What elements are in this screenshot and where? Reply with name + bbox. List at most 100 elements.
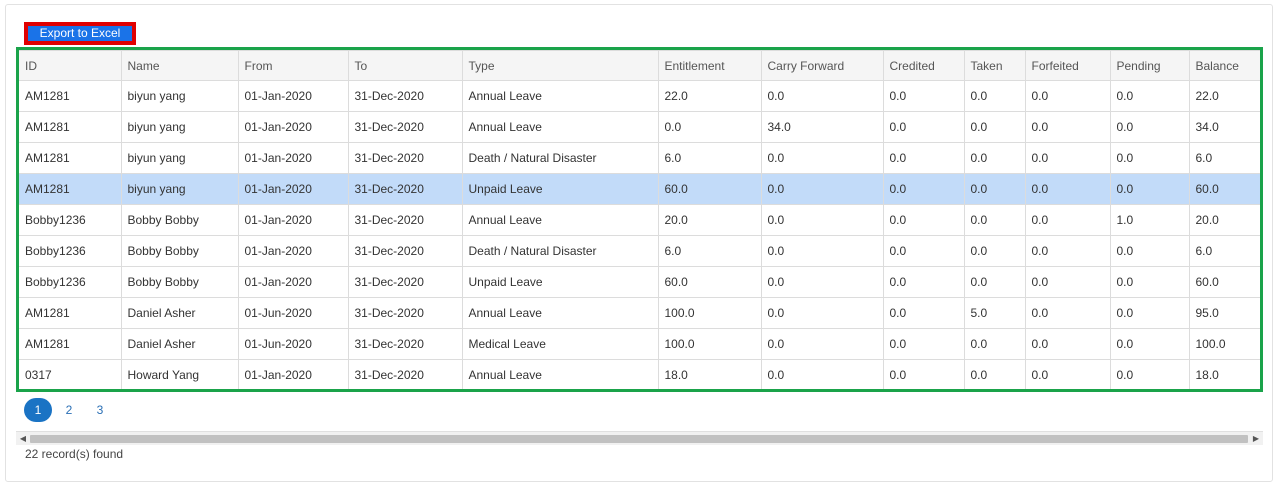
column-header-carry-forward[interactable]: Carry Forward xyxy=(760,50,884,81)
table-cell: biyun yang xyxy=(120,173,239,205)
table-cell: 0.0 xyxy=(882,266,965,298)
table-cell: Bobby Bobby xyxy=(120,235,239,267)
export-to-excel-button[interactable]: Export to Excel xyxy=(28,26,132,41)
table-cell: 0.0 xyxy=(1109,266,1190,298)
column-header-id[interactable]: ID xyxy=(19,50,122,81)
column-header-from[interactable]: From xyxy=(237,50,349,81)
table-cell: Annual Leave xyxy=(461,80,659,112)
table-cell: Daniel Asher xyxy=(120,297,239,329)
table-cell: 01-Jun-2020 xyxy=(237,297,349,329)
table-cell: 0.0 xyxy=(760,297,884,329)
column-header-pending[interactable]: Pending xyxy=(1109,50,1190,81)
table-cell: 0.0 xyxy=(882,142,965,174)
table-cell: 0.0 xyxy=(882,80,965,112)
table-cell: 31-Dec-2020 xyxy=(347,328,463,360)
table-cell: AM1281 xyxy=(19,80,122,112)
table-cell: 0.0 xyxy=(1024,80,1111,112)
table-cell: 60.0 xyxy=(1188,266,1260,298)
table-cell: 0.0 xyxy=(760,266,884,298)
table-cell: 0.0 xyxy=(963,359,1026,389)
table-cell: Annual Leave xyxy=(461,297,659,329)
table-cell: AM1281 xyxy=(19,328,122,360)
table-cell: 31-Dec-2020 xyxy=(347,266,463,298)
page-1-button[interactable]: 1 xyxy=(24,398,52,422)
table-row[interactable]: AM1281 Daniel Asher 01-Jun-2020 31-Dec-2020… xyxy=(19,328,1260,360)
table-row[interactable]: AM1281 Daniel Asher 01-Jun-2020 31-Dec-2020… xyxy=(19,297,1260,329)
table-cell: 0.0 xyxy=(1024,266,1111,298)
table-cell: 0.0 xyxy=(1024,359,1111,389)
table-cell: 31-Dec-2020 xyxy=(347,297,463,329)
table-cell: 01-Jan-2020 xyxy=(237,142,349,174)
page-3-button[interactable]: 3 xyxy=(86,398,114,422)
table-cell: biyun yang xyxy=(120,111,239,143)
table-cell: 6.0 xyxy=(657,142,762,174)
table-cell: Bobby Bobby xyxy=(120,204,239,236)
table-row[interactable]: 0317 Howard Yang 01-Jan-2020 31-Dec-2020 Ann… xyxy=(19,359,1260,389)
records-count: 22 record(s) found xyxy=(25,447,124,461)
table-row[interactable]: Bobby1236 Bobby Bobby 01-Jan-2020 31-Dec-20… xyxy=(19,235,1260,267)
table-cell: 0.0 xyxy=(882,235,965,267)
table-cell: 0.0 xyxy=(1024,173,1111,205)
table-cell: 0.0 xyxy=(963,328,1026,360)
table-cell: 01-Jan-2020 xyxy=(237,80,349,112)
table-cell: 5.0 xyxy=(963,297,1026,329)
table-cell: 0.0 xyxy=(1024,328,1111,360)
table-row[interactable]: Bobby1236 Bobby Bobby 01-Jan-2020 31-Dec-20… xyxy=(19,266,1260,298)
table-cell: Bobby1236 xyxy=(19,204,122,236)
table-cell: 60.0 xyxy=(657,266,762,298)
column-header-forfeited[interactable]: Forfeited xyxy=(1024,50,1111,81)
table-cell: 34.0 xyxy=(760,111,884,143)
table-row[interactable]: AM1281 biyun yang 01-Jan-2020 31-Dec-2020 De… xyxy=(19,142,1260,174)
column-header-entitlement[interactable]: Entitlement xyxy=(657,50,762,81)
table-cell: 0.0 xyxy=(760,80,884,112)
table-row[interactable]: AM1281 biyun yang 01-Jan-2020 31-Dec-2020 An… xyxy=(19,111,1260,143)
table-cell: 34.0 xyxy=(1188,111,1260,143)
table-cell: 0.0 xyxy=(1109,142,1190,174)
table-cell: 0.0 xyxy=(963,80,1026,112)
column-header-balance[interactable]: Balance xyxy=(1188,50,1260,81)
table-cell: Annual Leave xyxy=(461,204,659,236)
table-cell: Annual Leave xyxy=(461,111,659,143)
table-cell: 01-Jun-2020 xyxy=(237,328,349,360)
table-header-row: ID Name From To Type Entitlement Carry Forward… xyxy=(19,50,1260,81)
table-cell: AM1281 xyxy=(19,111,122,143)
table-cell: 0.0 xyxy=(1109,80,1190,112)
table-row[interactable]: AM1281 biyun yang 01-Jan-2020 31-Dec-2020 An… xyxy=(19,80,1260,112)
table-cell: Death / Natural Disaster xyxy=(461,235,659,267)
table-cell: Death / Natural Disaster xyxy=(461,142,659,174)
scroll-right-icon[interactable]: ▶ xyxy=(1251,434,1261,444)
pagination: 123 xyxy=(24,398,117,422)
column-header-name[interactable]: Name xyxy=(120,50,239,81)
table-cell: 1.0 xyxy=(1109,204,1190,236)
column-header-credited[interactable]: Credited xyxy=(882,50,965,81)
table-cell: 0.0 xyxy=(760,328,884,360)
table-cell: Medical Leave xyxy=(461,328,659,360)
table-cell: Unpaid Leave xyxy=(461,266,659,298)
table-cell: Bobby1236 xyxy=(19,235,122,267)
table-cell: 0.0 xyxy=(963,173,1026,205)
column-header-to[interactable]: To xyxy=(347,50,463,81)
scrollbar-thumb[interactable] xyxy=(30,435,1248,443)
table-row[interactable]: Bobby1236 Bobby Bobby 01-Jan-2020 31-Dec-20… xyxy=(19,204,1260,236)
table-cell: 31-Dec-2020 xyxy=(347,235,463,267)
table-cell: 20.0 xyxy=(1188,204,1260,236)
table-cell: 0.0 xyxy=(963,204,1026,236)
table-cell: biyun yang xyxy=(120,142,239,174)
table-cell: 0.0 xyxy=(1024,111,1111,143)
table-cell: 0.0 xyxy=(882,328,965,360)
table-cell: 0.0 xyxy=(1024,204,1111,236)
table-cell: 01-Jan-2020 xyxy=(237,359,349,389)
table-cell: 22.0 xyxy=(657,80,762,112)
scroll-left-icon[interactable]: ◀ xyxy=(18,434,28,444)
table-cell: 22.0 xyxy=(1188,80,1260,112)
table-cell: 0.0 xyxy=(1024,235,1111,267)
column-header-type[interactable]: Type xyxy=(461,50,659,81)
leave-balance-grid: ID Name From To Type Entitlement Carry Forward… xyxy=(16,47,1263,392)
table-cell: 0.0 xyxy=(963,142,1026,174)
table-cell: 0.0 xyxy=(882,359,965,389)
page-2-button[interactable]: 2 xyxy=(55,398,83,422)
column-header-taken[interactable]: Taken xyxy=(963,50,1026,81)
table-row[interactable]: AM1281 biyun yang 01-Jan-2020 31-Dec-2020 Un… xyxy=(19,173,1260,205)
table-cell: 0.0 xyxy=(657,111,762,143)
horizontal-scrollbar[interactable]: ◀ ▶ xyxy=(16,431,1263,445)
